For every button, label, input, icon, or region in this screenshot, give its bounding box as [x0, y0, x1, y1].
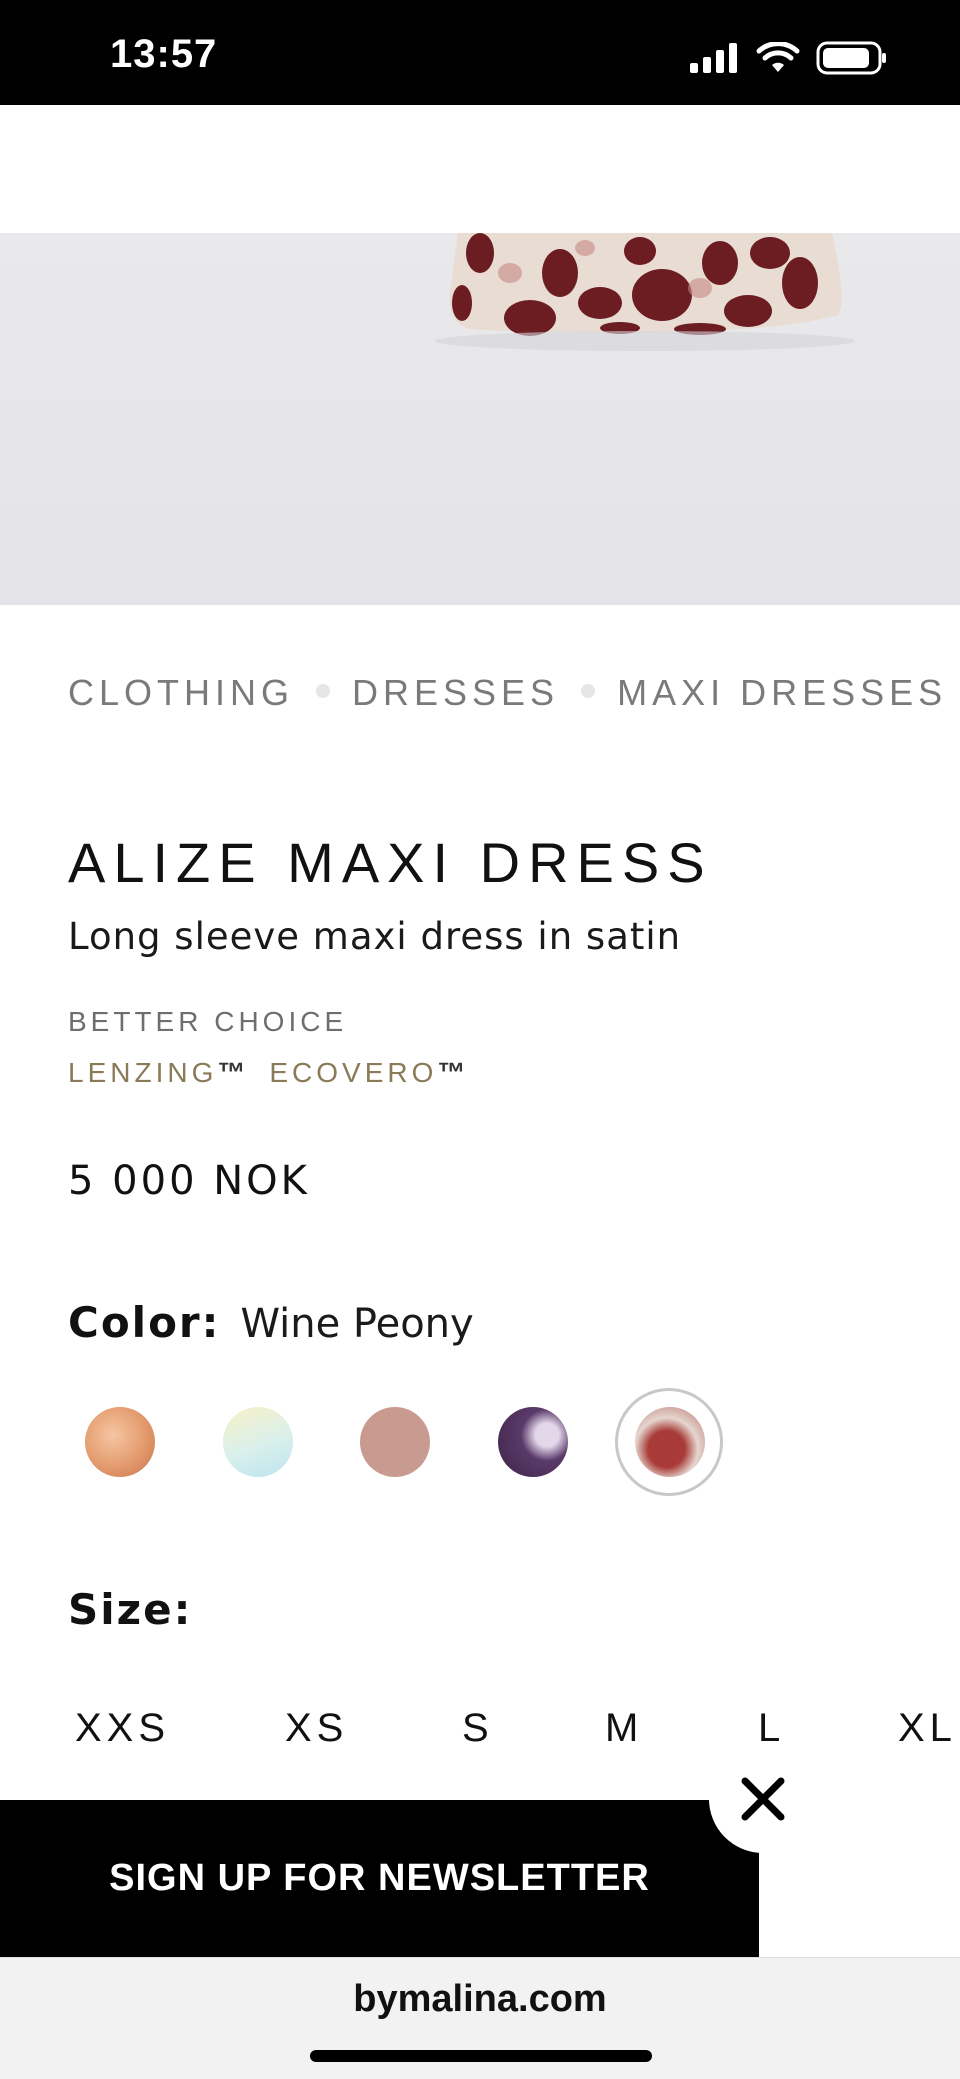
color-swatch-wine-peony[interactable]	[635, 1407, 705, 1477]
color-selector-header: Color: Wine Peony	[68, 1298, 474, 1347]
newsletter-close-button[interactable]	[709, 1745, 817, 1853]
product-title: ALIZE MAXI DRESS	[68, 831, 713, 894]
size-option-s[interactable]: S	[462, 1706, 494, 1751]
newsletter-label: SIGN UP FOR NEWSLETTER	[109, 1857, 650, 1899]
material-tag-lenzing[interactable]: LENZING™	[68, 1057, 247, 1089]
breadcrumb-clothing[interactable]: CLOTHING	[68, 672, 294, 714]
breadcrumb-dresses[interactable]: DRESSES	[352, 672, 559, 714]
color-label: Color:	[68, 1298, 221, 1347]
close-icon	[741, 1777, 785, 1821]
header-spacer	[0, 105, 960, 233]
color-swatch-purple-print[interactable]	[498, 1407, 568, 1477]
breadcrumb-separator	[581, 684, 596, 698]
better-choice-label[interactable]: BETTER CHOICE	[68, 1006, 347, 1038]
signal-icon	[690, 43, 737, 73]
breadcrumb: CLOTHING DRESSES MAXI DRESSES	[68, 672, 947, 714]
status-icons	[690, 38, 888, 78]
newsletter-signup-banner[interactable]: SIGN UP FOR NEWSLETTER	[0, 1800, 759, 1957]
size-option-xxs[interactable]: XXS	[75, 1706, 170, 1751]
battery-icon	[816, 41, 886, 75]
product-price: 5 000 NOK	[68, 1158, 310, 1204]
color-swatch-orange-print[interactable]	[85, 1407, 155, 1477]
size-option-xl[interactable]: XL	[898, 1706, 957, 1751]
address-url[interactable]: bymalina.com	[0, 1978, 960, 2021]
breadcrumb-separator	[316, 684, 331, 698]
color-value: Wine Peony	[240, 1301, 474, 1347]
breadcrumb-maxi-dresses[interactable]: MAXI DRESSES	[617, 672, 947, 714]
size-label: Size:	[68, 1585, 193, 1634]
color-swatch-pastel-ombre[interactable]	[223, 1407, 293, 1477]
product-subtitle: Long sleeve maxi dress in satin	[68, 915, 682, 958]
dress-hem-graphic	[435, 233, 855, 351]
status-bar: 13:57	[0, 0, 960, 105]
material-tag-ecovero[interactable]: ECOVERO™	[269, 1057, 467, 1089]
color-swatch-dusty-rose[interactable]	[360, 1407, 430, 1477]
browser-address-bar[interactable]: bymalina.com	[0, 1957, 960, 2079]
material-tags: LENZING™ ECOVERO™	[68, 1057, 467, 1089]
product-image[interactable]	[0, 233, 960, 605]
home-indicator[interactable]	[310, 2050, 652, 2062]
size-option-m[interactable]: M	[605, 1706, 643, 1751]
product-page: 13:57 CLOTHING DRESSES MAXI DRESSES ALIZ…	[0, 0, 960, 2079]
size-option-xs[interactable]: XS	[285, 1706, 348, 1751]
wifi-icon	[756, 42, 800, 72]
status-time: 13:57	[110, 32, 218, 76]
